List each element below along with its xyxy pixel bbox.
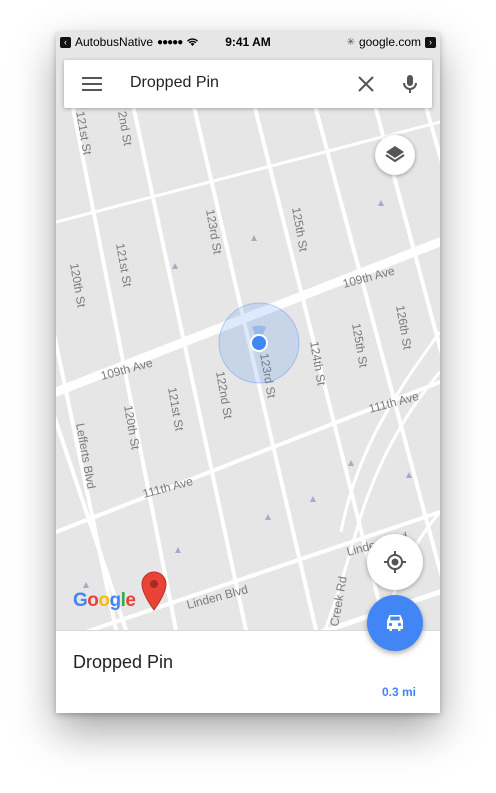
forward-chevron-icon[interactable]: › xyxy=(425,36,436,48)
street-label: 123rd St xyxy=(203,208,225,256)
loading-spinner-icon: ✳ xyxy=(346,36,355,48)
street-label: 2nd St xyxy=(115,110,135,147)
street-label: 125th St xyxy=(289,206,311,253)
street-label: 111th Ave xyxy=(141,474,195,501)
close-icon[interactable] xyxy=(356,74,376,94)
street-label: Creek Rd xyxy=(327,575,350,627)
street-label: 121st St xyxy=(113,242,135,288)
layers-button[interactable] xyxy=(375,135,415,175)
site-domain: google.com xyxy=(358,35,421,49)
car-icon xyxy=(387,615,403,631)
street-label: 126th St xyxy=(393,304,415,351)
phone-screen: 121st St 2nd St 123rd St 125th St 120th … xyxy=(56,32,440,713)
hamburger-menu-icon[interactable] xyxy=(82,77,102,91)
street-label: 120th St xyxy=(67,262,89,309)
current-location-marker[interactable] xyxy=(218,302,300,384)
layers-icon xyxy=(385,146,405,163)
my-location-icon xyxy=(384,551,406,573)
place-distance: 0.3 mi xyxy=(381,685,416,699)
google-logo: Google xyxy=(73,590,136,611)
street-label: 122nd St xyxy=(213,370,235,420)
street-label: 125th St xyxy=(349,322,371,369)
microphone-icon[interactable] xyxy=(398,72,422,96)
search-input[interactable]: Dropped Pin xyxy=(130,74,219,92)
street-label: 121st St xyxy=(165,386,187,432)
my-location-button[interactable] xyxy=(367,534,423,590)
place-title: Dropped Pin xyxy=(73,652,174,672)
street-label: 124th St xyxy=(307,340,329,387)
status-bar: ‹ AutobusNative ●●●●● 9:41 AM ✳ google.c… xyxy=(56,32,440,52)
search-bar[interactable]: Dropped Pin xyxy=(64,60,432,108)
directions-button[interactable] xyxy=(367,595,423,651)
street-label: 120th St xyxy=(121,404,143,451)
